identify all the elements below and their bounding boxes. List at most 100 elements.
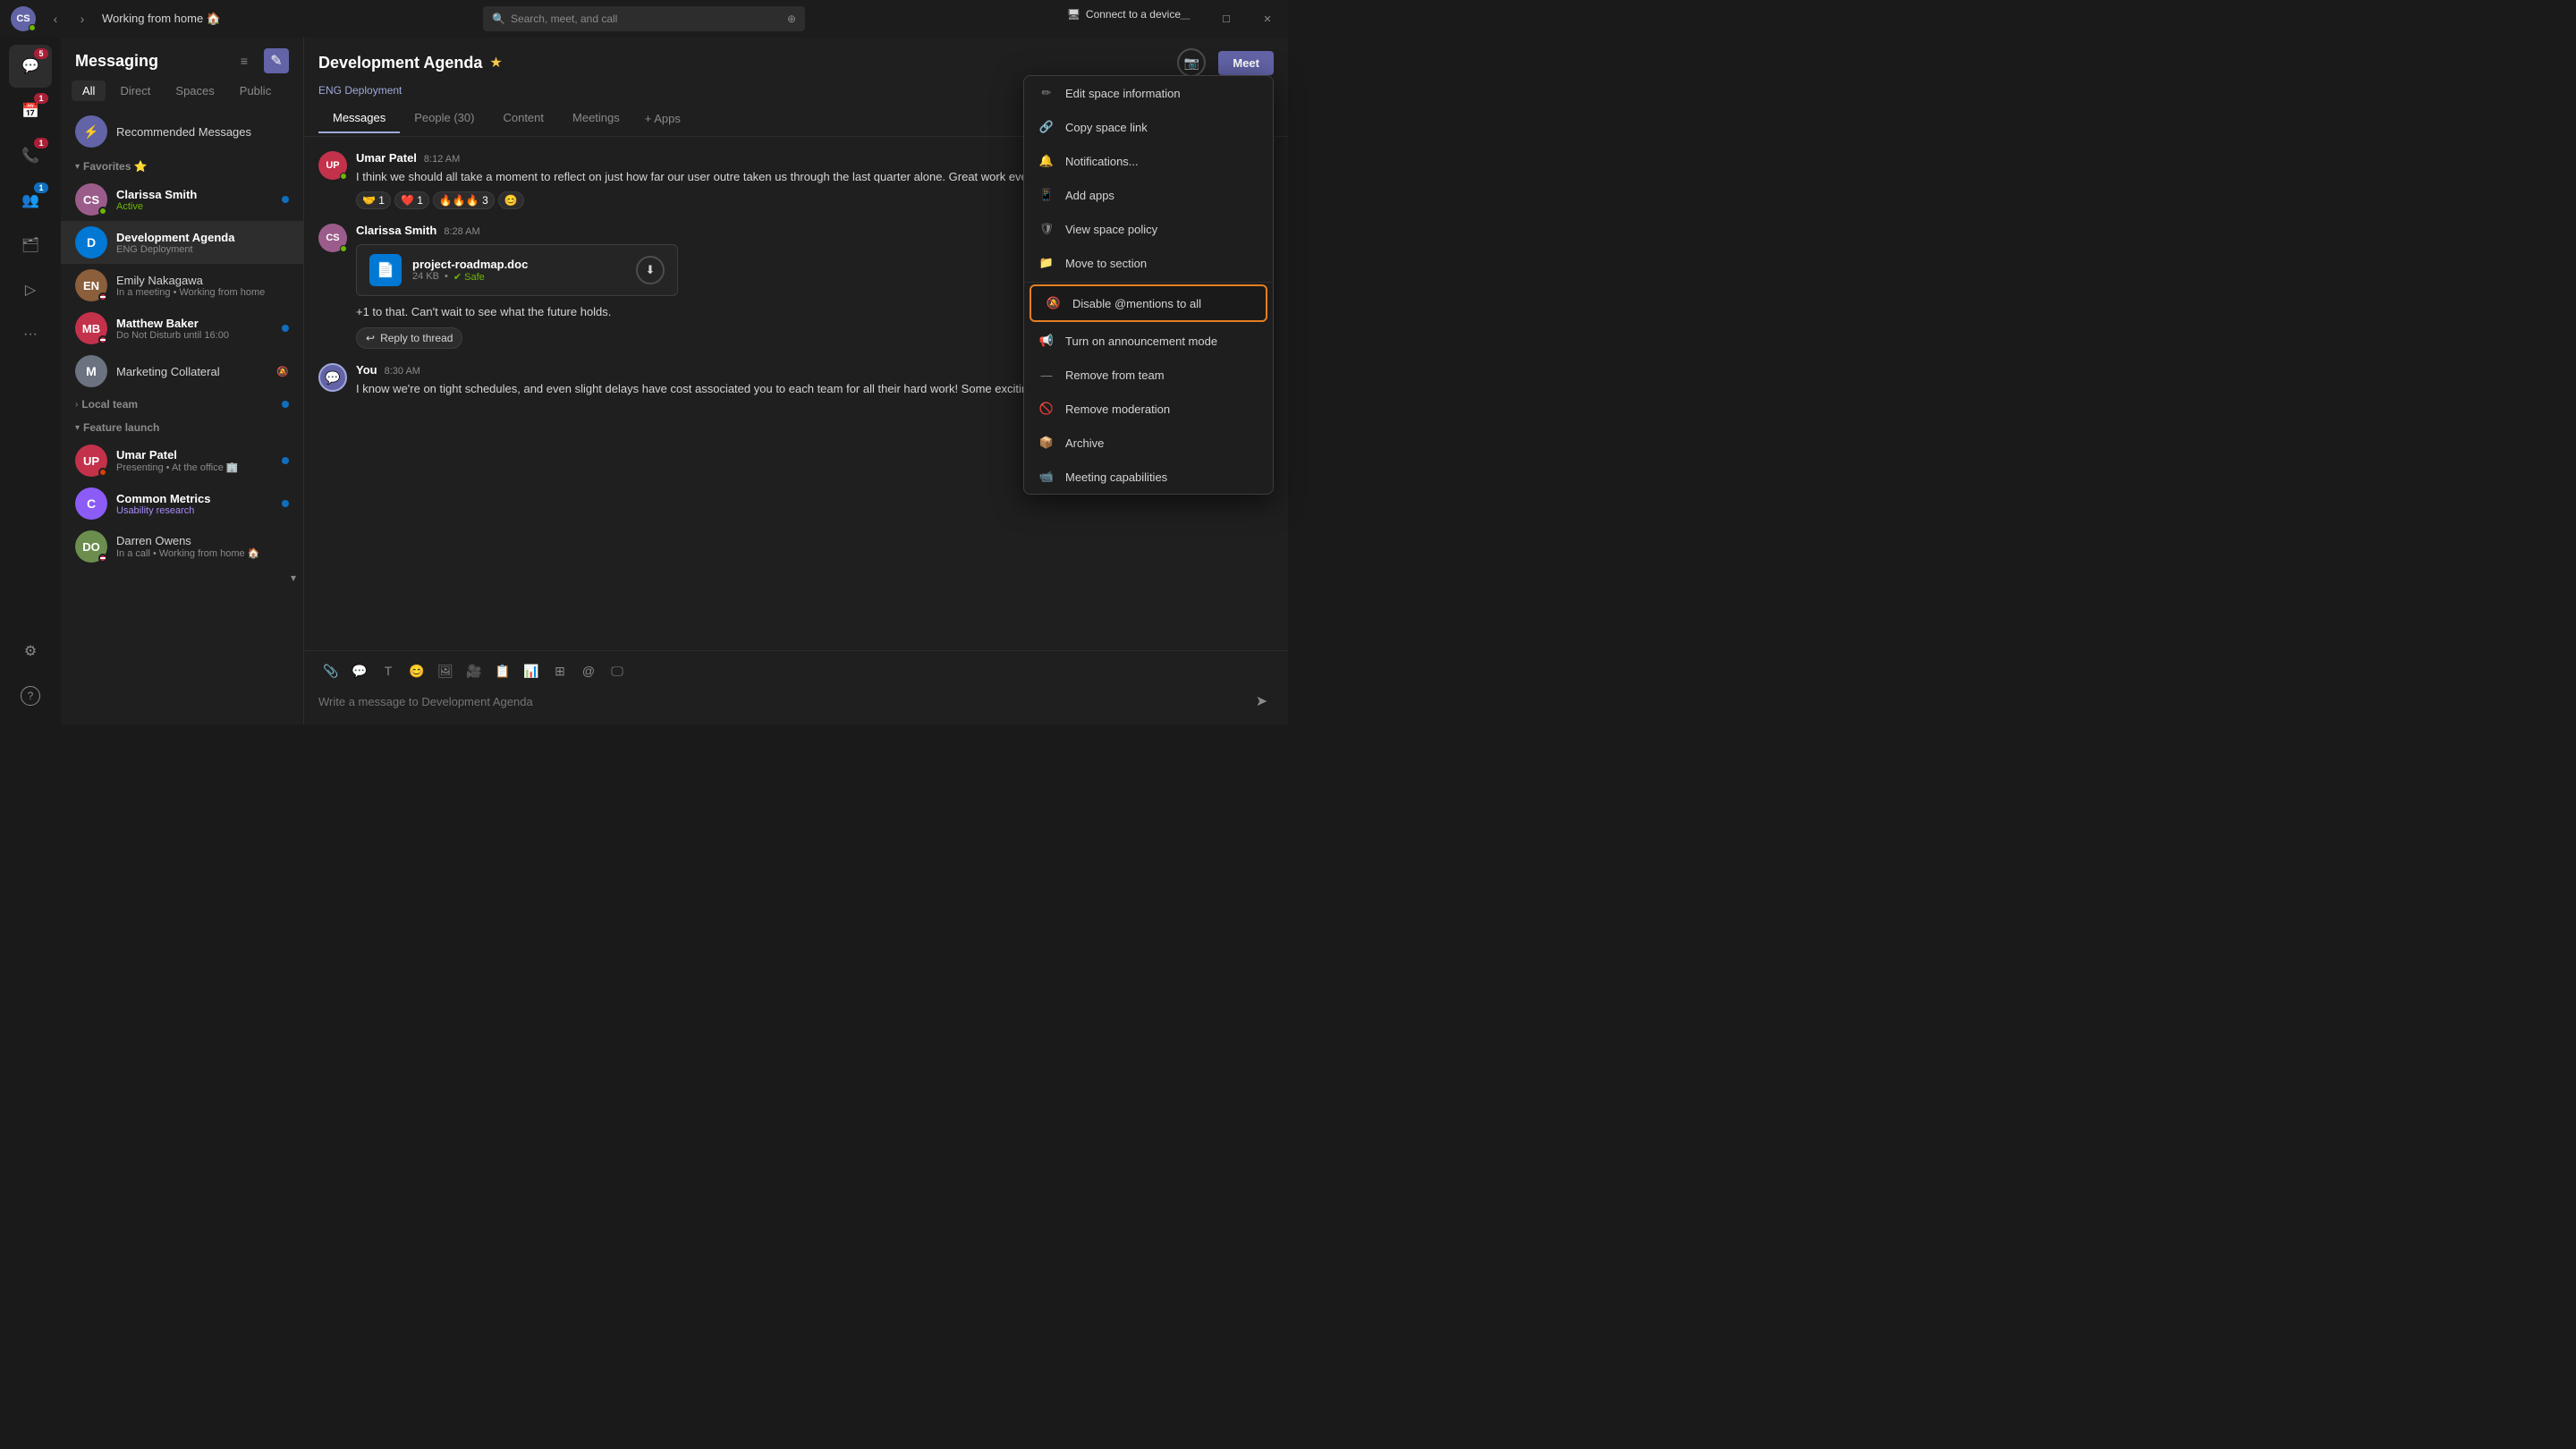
clarissa-online-indicator: [340, 245, 347, 252]
matthew-sub: Do Not Disturb until 16:00: [116, 330, 273, 341]
rail-item-files[interactable]: 🗂: [9, 224, 52, 267]
matthew-status: [98, 335, 107, 344]
new-chat-button[interactable]: ✎: [264, 48, 289, 73]
tab-add-apps[interactable]: + Apps: [634, 105, 691, 132]
title-bar: CS ‹ › Working from home 🏠 🔍 Search, mee…: [0, 0, 1288, 38]
channel-subtitle[interactable]: ENG Deployment: [318, 84, 402, 97]
reaction-fire[interactable]: 🔥🔥🔥 3: [433, 191, 495, 209]
rail-item-apps[interactable]: ▷: [9, 268, 52, 311]
tab-messages[interactable]: Messages: [318, 104, 400, 133]
tab-spaces[interactable]: Spaces: [165, 80, 225, 101]
emily-avatar: EN: [75, 269, 107, 301]
chat-badge: 5: [34, 48, 48, 59]
add-button[interactable]: ⊕: [787, 13, 796, 25]
matthew-name: Matthew Baker: [116, 317, 273, 330]
ctx-edit-space[interactable]: ✏ Edit space information: [1024, 76, 1273, 110]
rail-item-more[interactable]: ···: [9, 313, 52, 356]
meet-button[interactable]: Meet: [1218, 51, 1274, 75]
filter-button[interactable]: ≡: [232, 48, 257, 73]
rail-item-people[interactable]: 👥 1: [9, 179, 52, 222]
rail-item-help[interactable]: ?: [9, 674, 52, 717]
chat-item-common-metrics[interactable]: C Common Metrics Usability research: [61, 482, 303, 525]
reply-thread-button[interactable]: ↩ Reply to thread: [356, 327, 462, 349]
search-bar[interactable]: 🔍 Search, meet, and call ⊕: [483, 6, 805, 31]
send-button[interactable]: ➤: [1250, 689, 1274, 714]
ctx-remove-team[interactable]: — Remove from team: [1024, 358, 1273, 392]
rail-item-calendar[interactable]: 📅 1: [9, 89, 52, 132]
chat-item-emily[interactable]: EN Emily Nakagawa In a meeting • Working…: [61, 264, 303, 307]
mention-button[interactable]: @: [576, 658, 601, 683]
chat-item-clarissa[interactable]: CS Clarissa Smith Active: [61, 178, 303, 221]
close-button[interactable]: ✕: [1247, 0, 1288, 38]
feature-launch-section[interactable]: ▾ Feature launch: [61, 416, 303, 439]
common-metrics-name: Common Metrics: [116, 492, 273, 505]
channel-title-row: Development Agenda ★ 📷 Meet: [318, 48, 1274, 77]
user-avatar[interactable]: CS: [11, 6, 36, 31]
favorites-section[interactable]: ▾ Favorites ⭐: [61, 155, 303, 178]
ctx-remove-moderation[interactable]: 🚫 Remove moderation: [1024, 392, 1273, 426]
matthew-avatar: MB: [75, 312, 107, 344]
tab-people[interactable]: People (30): [400, 104, 488, 133]
text-button[interactable]: T: [376, 658, 401, 683]
forward-button[interactable]: ›: [72, 8, 93, 30]
local-team-section[interactable]: › Local team: [61, 393, 303, 416]
channel-star[interactable]: ★: [489, 54, 502, 72]
ctx-move-section[interactable]: 📁 Move to section: [1024, 246, 1273, 280]
reaction-handshake[interactable]: 🤝 1: [356, 191, 391, 209]
emoji-button[interactable]: 😊: [404, 658, 429, 683]
rail-item-settings[interactable]: ⚙: [9, 630, 52, 673]
attach-button[interactable]: 📎: [318, 658, 343, 683]
ctx-disable-mentions[interactable]: 🔕 Disable @mentions to all: [1030, 284, 1267, 322]
connect-device-button[interactable]: 🖥 Connect to a device: [1067, 8, 1181, 21]
umar-avatar: UP: [75, 445, 107, 477]
ctx-separator-1: [1024, 282, 1273, 283]
download-button[interactable]: ⬇: [636, 256, 665, 284]
recommended-messages-item[interactable]: ⚡ Recommended Messages: [61, 108, 303, 155]
tab-content[interactable]: Content: [488, 104, 558, 133]
chat-item-umar[interactable]: UP Umar Patel Presenting • At the office…: [61, 439, 303, 482]
ctx-archive[interactable]: 📦 Archive: [1024, 426, 1273, 460]
compose-input[interactable]: [318, 691, 1242, 712]
umar-online-indicator: [340, 173, 347, 180]
tab-public[interactable]: Public: [229, 80, 282, 101]
marketing-avatar: M: [75, 355, 107, 387]
tab-all[interactable]: All: [72, 80, 106, 101]
chat-item-marketing[interactable]: M Marketing Collateral 🔕: [61, 350, 303, 393]
calendar-badge: 1: [34, 93, 48, 104]
reaction-smile[interactable]: 😊: [498, 191, 524, 209]
back-button[interactable]: ‹: [45, 8, 66, 30]
ctx-meeting-caps[interactable]: 📹 Meeting capabilities: [1024, 460, 1273, 494]
darren-name: Darren Owens: [116, 534, 289, 547]
file-info: project-roadmap.doc 24 KB • ✔ Safe: [412, 258, 625, 283]
minimize-button[interactable]: —: [1165, 0, 1206, 38]
screen-button[interactable]: 🖵: [605, 658, 630, 683]
format-button[interactable]: 💬: [347, 658, 372, 683]
rail-item-calls[interactable]: 📞 1: [9, 134, 52, 177]
ctx-notifications[interactable]: 🔔 Notifications...: [1024, 144, 1273, 178]
video-button[interactable]: 🎥: [462, 658, 487, 683]
table-button[interactable]: 📋: [490, 658, 515, 683]
rail-item-chat[interactable]: 💬 5: [9, 45, 52, 88]
ctx-add-apps[interactable]: 📱 Add apps: [1024, 178, 1273, 212]
chart-button[interactable]: 📊: [519, 658, 544, 683]
reaction-heart[interactable]: ❤️ 1: [394, 191, 429, 209]
chat-item-dev-agenda[interactable]: D Development Agenda ENG Deployment: [61, 221, 303, 264]
tab-direct[interactable]: Direct: [109, 80, 161, 101]
feature-launch-label: Feature launch: [83, 421, 289, 434]
edit-icon: ✏: [1038, 85, 1055, 101]
emily-info: Emily Nakagawa In a meeting • Working fr…: [116, 274, 289, 298]
status-indicator: [29, 24, 36, 31]
video-call-button[interactable]: 📷: [1177, 48, 1206, 77]
tab-meetings[interactable]: Meetings: [558, 104, 634, 133]
chat-item-darren[interactable]: DO Darren Owens In a call • Working from…: [61, 525, 303, 568]
more-button[interactable]: ⊞: [547, 658, 572, 683]
common-metrics-unread: [282, 500, 289, 507]
msg-umar-avatar: UP: [318, 151, 347, 180]
ctx-view-policy[interactable]: 🛡 View space policy: [1024, 212, 1273, 246]
ctx-announcement-mode[interactable]: 📢 Turn on announcement mode: [1024, 324, 1273, 358]
compose-input-row: ➤: [318, 689, 1274, 714]
image-button[interactable]: 🖼: [433, 658, 458, 683]
maximize-button[interactable]: ☐: [1206, 0, 1247, 38]
chat-item-matthew[interactable]: MB Matthew Baker Do Not Disturb until 16…: [61, 307, 303, 350]
ctx-copy-link[interactable]: 🔗 Copy space link: [1024, 110, 1273, 144]
